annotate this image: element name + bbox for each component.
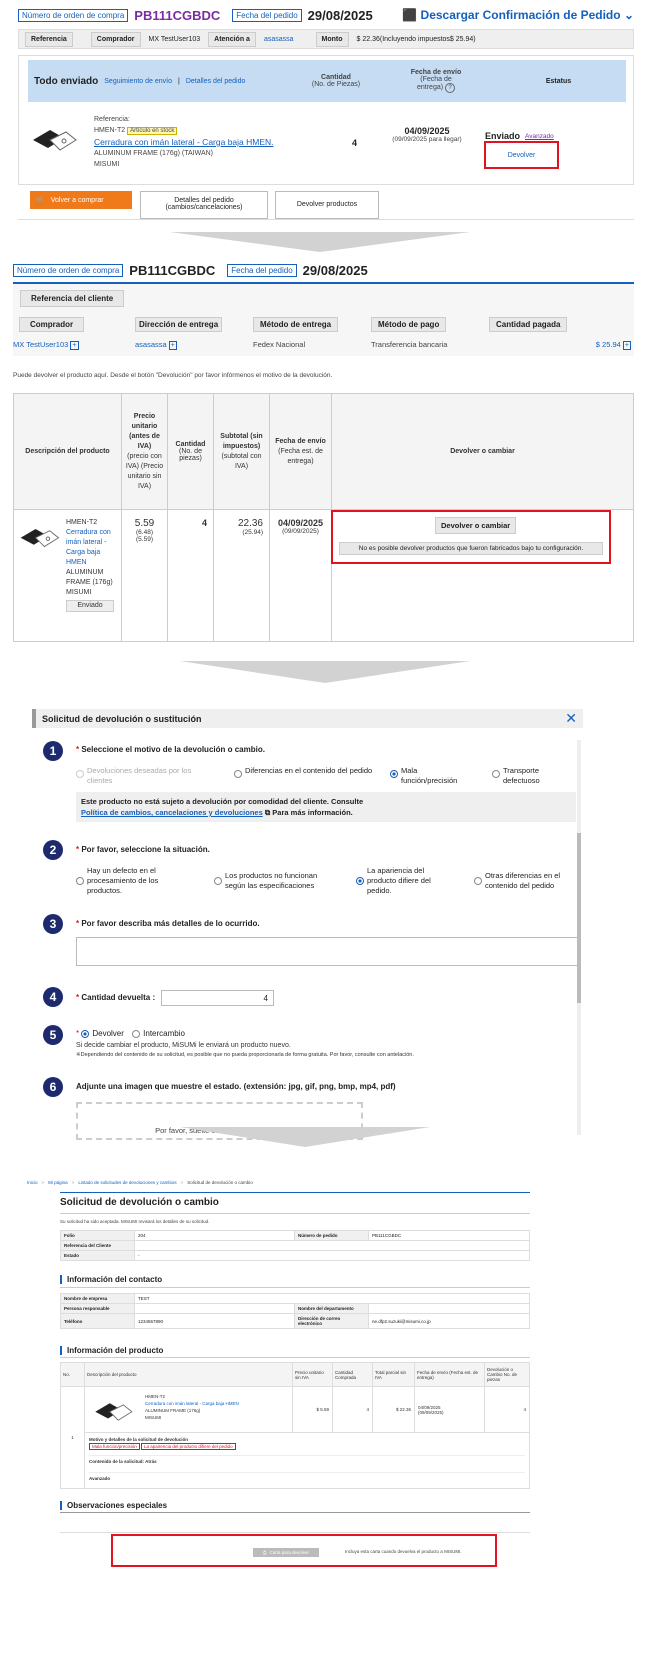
observations-heading: Observaciones especiales xyxy=(60,1501,167,1510)
product-maker: MISUMI xyxy=(145,1414,162,1420)
reason-label: Motivo y detalles de la solicitud de dev… xyxy=(89,1437,189,1442)
bc-current: Solicitud de devolución o cambio xyxy=(187,1180,253,1185)
state: - xyxy=(134,1250,530,1261)
return-letter-button[interactable]: ⎙ Carta para devolver xyxy=(253,1548,319,1557)
col-total: Total parcial sin IVA xyxy=(372,1362,415,1387)
page-title: Solicitud de devolución o cambio xyxy=(60,1197,219,1208)
bc-list[interactable]: Listado de solicitudes de devoluciones y… xyxy=(78,1180,176,1185)
ship2: (09/09/2025) xyxy=(418,1409,444,1415)
contact-heading: Información del contacto xyxy=(60,1275,162,1284)
bc-mypage[interactable]: Mi página xyxy=(48,1180,68,1185)
product-image xyxy=(95,1402,133,1421)
col-desc: Descripción del producto xyxy=(84,1362,293,1387)
content-label: Contenido de la solicitud: xyxy=(89,1459,144,1464)
col-price: Precio unitario sin IVA xyxy=(292,1362,333,1387)
ret-qty: 4 xyxy=(484,1386,530,1433)
col-qty: Cantidad Comprada xyxy=(332,1362,373,1387)
folio-label: Folio xyxy=(60,1230,135,1241)
qty: 4 xyxy=(332,1386,373,1433)
product-name-link[interactable]: Cerradura con imán lateral - Carga baja … xyxy=(145,1400,239,1407)
row-no: 1 xyxy=(60,1386,85,1489)
reason-tag-2: La apariencia del producto difiere del p… xyxy=(141,1443,236,1450)
person-label: Persona responsable xyxy=(60,1303,135,1314)
total: $ 22.36 xyxy=(372,1386,415,1433)
product-spec: ALUMINUM FRAME (176g) xyxy=(145,1407,201,1413)
phone: 1234567890 xyxy=(134,1313,295,1329)
col-retqty: Devolución o Cambio No. de piezas xyxy=(484,1362,530,1387)
company: TEST xyxy=(134,1293,530,1304)
section-confirmation: Inicio > Mi página > Listado de solicitude… xyxy=(0,0,660,1669)
product-code: HMEN-T2 xyxy=(145,1393,165,1399)
clientref-label: Referencia del Cliente xyxy=(60,1240,135,1251)
order: PB111CGBDC xyxy=(368,1230,530,1241)
dept-label: Nombre del departamento xyxy=(294,1303,369,1314)
order-label: Número de pedido xyxy=(294,1230,369,1241)
letter-note: Incluya esta carta cuando devuelva el pr… xyxy=(345,1549,462,1554)
state-label: Estado xyxy=(60,1250,135,1261)
reason-tag-1: Mala función/precisión xyxy=(89,1443,140,1450)
phone-label: Teléfono xyxy=(60,1313,135,1329)
col-ship: Fecha de envío (Fecha est. de entrega) xyxy=(414,1362,485,1387)
price: $ 5.59 xyxy=(292,1386,333,1433)
product-heading: Información del producto xyxy=(60,1346,163,1355)
print-icon: ⎙ xyxy=(262,1550,267,1555)
email: ne.dfp2.suzuki@misumi.co.jp xyxy=(368,1313,530,1329)
accepted-text: Su solicitud ha sido aceptada. MISUMI re… xyxy=(60,1219,210,1224)
company-label: Nombre de empresa xyxy=(60,1293,135,1304)
bc-home[interactable]: Inicio xyxy=(27,1180,38,1185)
folio: 204 xyxy=(134,1230,295,1241)
breadcrumb: Inicio > Mi página > Listado de solicitude… xyxy=(27,1180,253,1185)
email-label: Dirección de correo electrónico xyxy=(294,1313,369,1329)
content-value: Atrás xyxy=(145,1459,157,1464)
advanced-label: Avanzado xyxy=(89,1472,525,1481)
col-no: No. xyxy=(60,1362,85,1387)
